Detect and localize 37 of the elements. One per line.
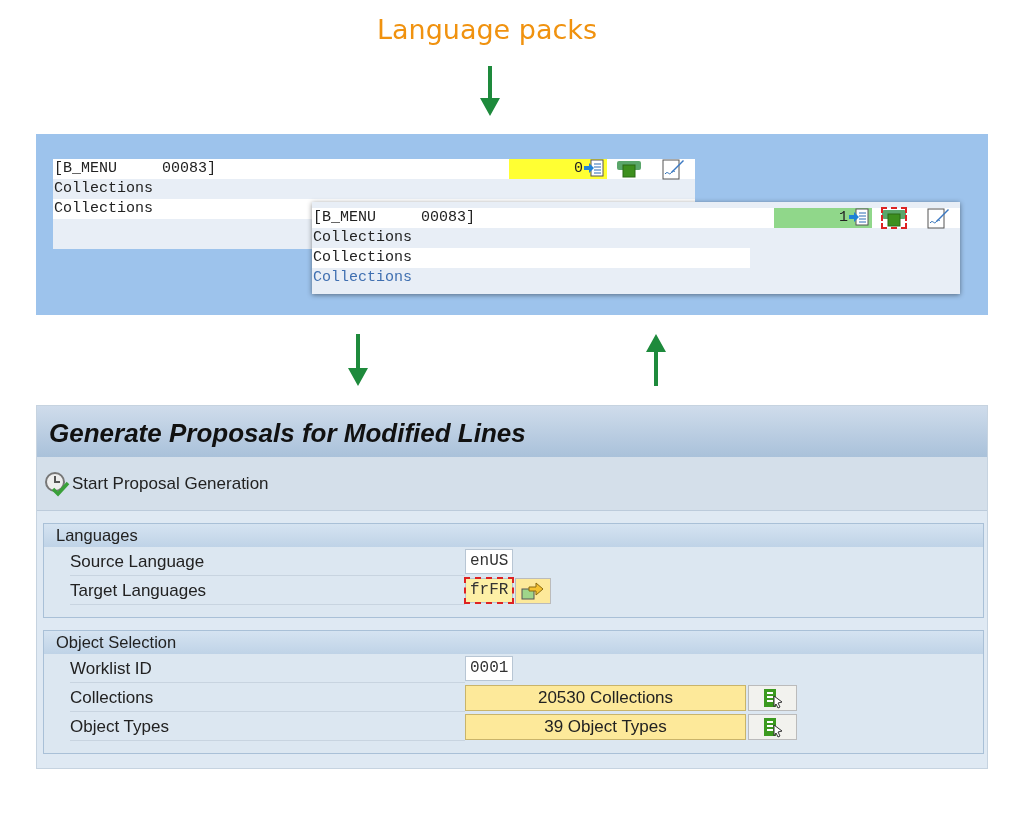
counter-value: 1	[839, 208, 848, 228]
input-field[interactable]: 0001	[465, 656, 514, 681]
clock-check-icon	[44, 470, 70, 497]
multiple-selection-button[interactable]	[748, 713, 797, 740]
line-text: Collections	[313, 249, 413, 266]
line-text: Collections	[313, 229, 413, 246]
input-field[interactable]: enUS	[465, 549, 514, 574]
start-generation-button[interactable]: Start Proposal Generation	[44, 470, 269, 497]
group-title: Languages	[44, 524, 983, 547]
counter-value: 0	[574, 159, 583, 179]
page-title: Language packs	[375, 14, 599, 46]
field-label: Source Language	[70, 547, 465, 576]
screen-title: Generate Proposals for Modified Lines	[37, 406, 987, 457]
print-icon[interactable]	[881, 207, 907, 229]
field-label: Target Languages	[70, 576, 465, 605]
selection-button[interactable]: 39 Object Types	[465, 713, 746, 740]
entry-header: [B_MENU 00083]	[53, 158, 218, 179]
field-label: Object Types	[70, 712, 465, 741]
selection-button[interactable]: 20530 Collections	[465, 684, 746, 711]
multiple-selection-button[interactable]	[515, 577, 552, 604]
list-pointer-icon	[761, 715, 784, 738]
down-arrow-icon	[480, 66, 500, 116]
arrow-icon	[521, 580, 546, 601]
line-text: Collections	[313, 269, 413, 286]
line-text: Collections	[54, 200, 154, 217]
field-label: Collections	[70, 683, 465, 712]
assign-icon[interactable]	[583, 159, 605, 179]
list-pointer-icon	[761, 686, 784, 709]
line-text: Collections	[54, 180, 154, 197]
entry-header: [B_MENU 00083]	[312, 207, 477, 228]
up-arrow-icon	[646, 334, 666, 386]
field-label: Worklist ID	[70, 654, 465, 683]
group-title: Object Selection	[44, 631, 983, 654]
input-field[interactable]: frFR	[465, 578, 514, 603]
down-arrow-icon	[348, 334, 368, 386]
multiple-selection-button[interactable]	[748, 684, 797, 711]
assign-icon[interactable]	[848, 208, 870, 228]
